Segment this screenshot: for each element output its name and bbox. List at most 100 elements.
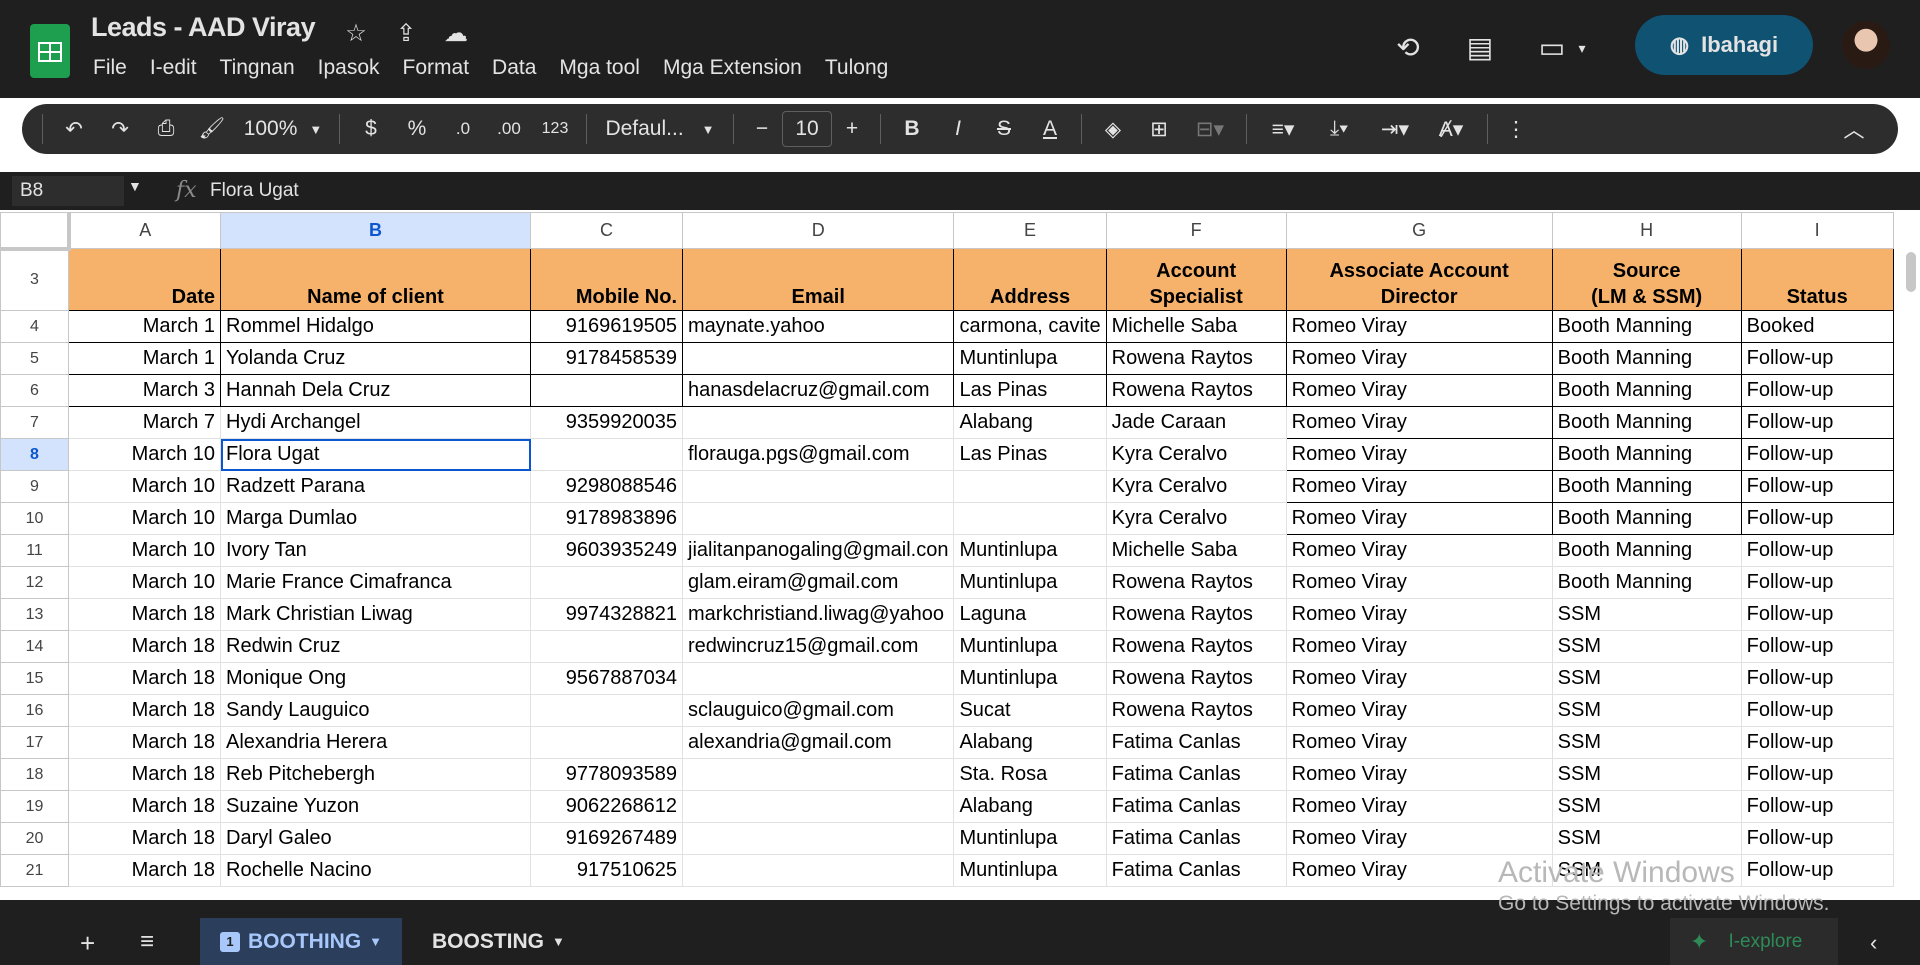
table-cell[interactable]: Follow-up: [1740, 502, 1894, 535]
table-cell[interactable]: Marga Dumlao: [220, 502, 531, 535]
redo-icon[interactable]: ↷: [97, 109, 143, 149]
table-cell[interactable]: Yolanda Cruz: [220, 342, 531, 375]
header-cell-status[interactable]: Status: [1740, 248, 1894, 311]
header-cell-mobile[interactable]: Mobile No.: [530, 248, 683, 311]
sheet-tab-boosting[interactable]: BOOSTING ▼: [412, 918, 585, 965]
all-sheets-icon[interactable]: ≡: [140, 928, 154, 956]
decrease-decimal-button[interactable]: .0: [440, 109, 486, 149]
table-cell[interactable]: [681, 406, 955, 439]
table-cell[interactable]: Muntinlupa: [953, 534, 1107, 567]
table-cell[interactable]: Rochelle Nacino: [220, 854, 531, 887]
comments-icon[interactable]: ▤: [1460, 28, 1500, 68]
menu-view[interactable]: Tingnan: [220, 56, 295, 80]
table-cell[interactable]: SSM: [1551, 694, 1742, 727]
font-select[interactable]: Defaul... ▼: [595, 109, 725, 149]
collapse-toolbar-icon[interactable]: ︿: [1834, 109, 1874, 149]
table-cell[interactable]: markchristiand.liwag@yahoo: [681, 598, 955, 631]
table-cell[interactable]: [681, 854, 955, 887]
table-cell[interactable]: Romeo Viray: [1285, 438, 1553, 471]
table-cell[interactable]: [681, 502, 955, 535]
meet-dropdown-icon[interactable]: ▾: [1572, 28, 1592, 68]
table-cell[interactable]: 917510625: [530, 854, 683, 887]
table-cell[interactable]: redwincruz15@gmail.com: [681, 630, 955, 663]
table-cell[interactable]: Follow-up: [1740, 342, 1894, 375]
formula-input[interactable]: Flora Ugat: [210, 180, 299, 202]
table-cell[interactable]: Alabang: [953, 790, 1107, 823]
column-header-e[interactable]: E: [953, 212, 1107, 249]
table-cell[interactable]: Booth Manning: [1551, 470, 1742, 503]
table-cell[interactable]: 9178983896: [530, 502, 683, 535]
table-cell[interactable]: Romeo Viray: [1285, 502, 1553, 535]
table-cell[interactable]: Follow-up: [1740, 374, 1894, 407]
table-cell[interactable]: [530, 694, 683, 727]
bold-button[interactable]: B: [889, 109, 935, 149]
table-cell[interactable]: March 10: [68, 438, 221, 471]
table-cell[interactable]: SSM: [1551, 598, 1742, 631]
table-cell[interactable]: Jade Caraan: [1105, 406, 1287, 439]
table-cell[interactable]: Romeo Viray: [1285, 310, 1553, 343]
header-cell-address[interactable]: Address: [953, 248, 1107, 311]
font-size-input[interactable]: 10: [782, 111, 832, 147]
table-cell[interactable]: March 18: [68, 630, 221, 663]
table-cell[interactable]: Fatima Canlas: [1105, 790, 1287, 823]
table-cell[interactable]: Booked: [1740, 310, 1894, 343]
table-cell[interactable]: Booth Manning: [1551, 310, 1742, 343]
table-cell[interactable]: March 18: [68, 694, 221, 727]
table-cell[interactable]: [953, 502, 1107, 535]
table-cell[interactable]: March 3: [68, 374, 221, 407]
table-cell[interactable]: sclauguico@gmail.com: [681, 694, 955, 727]
table-cell[interactable]: Muntinlupa: [953, 822, 1107, 855]
table-cell[interactable]: florauga.pgs@gmail.com: [681, 438, 955, 471]
row-header[interactable]: 17: [0, 726, 69, 759]
table-cell[interactable]: Fatima Canlas: [1105, 822, 1287, 855]
table-cell[interactable]: Romeo Viray: [1285, 342, 1553, 375]
header-cell-source[interactable]: Source (LM & SSM): [1551, 248, 1742, 311]
table-cell[interactable]: 9169619505: [530, 310, 683, 343]
table-cell[interactable]: March 10: [68, 534, 221, 567]
table-cell[interactable]: March 1: [68, 310, 221, 343]
table-cell[interactable]: [681, 790, 955, 823]
table-cell[interactable]: Romeo Viray: [1285, 662, 1553, 695]
table-cell[interactable]: [681, 342, 955, 375]
move-icon[interactable]: ⇪: [392, 20, 420, 48]
name-box-dropdown-icon[interactable]: ▼: [128, 178, 142, 194]
table-cell[interactable]: Romeo Viray: [1285, 470, 1553, 503]
row-header[interactable]: 3: [0, 248, 69, 311]
row-header[interactable]: 15: [0, 662, 69, 695]
table-cell[interactable]: glam.eiram@gmail.com: [681, 566, 955, 599]
row-header[interactable]: 21: [0, 854, 69, 887]
undo-icon[interactable]: ↶: [51, 109, 97, 149]
header-cell-specialist[interactable]: Account Specialist: [1105, 248, 1287, 311]
table-cell[interactable]: Kyra Ceralvo: [1105, 470, 1287, 503]
sheets-logo-icon[interactable]: [30, 24, 70, 78]
cloud-status-icon[interactable]: ☁: [442, 20, 470, 48]
table-cell[interactable]: Rowena Raytos: [1105, 374, 1287, 407]
zoom-select[interactable]: 100% ▼: [235, 109, 331, 149]
select-all-corner[interactable]: [0, 212, 71, 251]
borders-icon[interactable]: ⊞: [1136, 109, 1182, 149]
table-cell[interactable]: March 18: [68, 726, 221, 759]
share-button[interactable]: ◍ Ibahagi: [1635, 15, 1813, 75]
table-cell[interactable]: Rowena Raytos: [1105, 630, 1287, 663]
row-header[interactable]: 12: [0, 566, 69, 599]
table-cell[interactable]: March 18: [68, 598, 221, 631]
strikethrough-icon[interactable]: S: [981, 109, 1027, 149]
table-cell[interactable]: 9169267489: [530, 822, 683, 855]
table-cell[interactable]: March 18: [68, 854, 221, 887]
table-cell[interactable]: SSM: [1551, 726, 1742, 759]
table-cell[interactable]: [681, 758, 955, 791]
table-cell[interactable]: SSM: [1551, 662, 1742, 695]
sheet-tab-boothing[interactable]: 1 BOOTHING ▼: [200, 918, 403, 965]
table-cell[interactable]: Muntinlupa: [953, 566, 1107, 599]
table-cell[interactable]: 9359920035: [530, 406, 683, 439]
table-cell[interactable]: hanasdelacruz@gmail.com: [681, 374, 955, 407]
table-cell[interactable]: March 1: [68, 342, 221, 375]
menu-data[interactable]: Data: [492, 56, 536, 80]
table-cell[interactable]: Booth Manning: [1551, 342, 1742, 375]
table-cell[interactable]: Rowena Raytos: [1105, 566, 1287, 599]
menu-insert[interactable]: Ipasok: [318, 56, 380, 80]
table-cell[interactable]: Sandy Lauguico: [220, 694, 531, 727]
vertical-align-icon[interactable]: ⤓▾: [1311, 109, 1367, 149]
table-cell[interactable]: Follow-up: [1740, 438, 1894, 471]
table-cell[interactable]: March 7: [68, 406, 221, 439]
